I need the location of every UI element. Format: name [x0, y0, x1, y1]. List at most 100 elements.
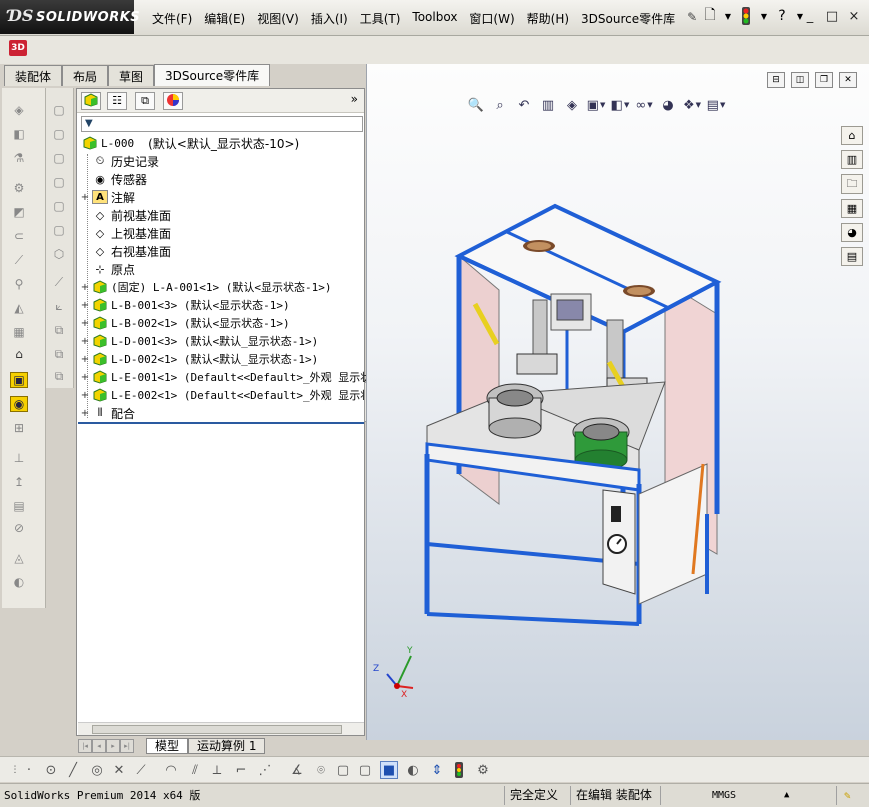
hide-show-items-icon[interactable]: ∞ ▼ — [635, 96, 653, 114]
apply-scene-icon[interactable]: ❖ ▼ — [683, 96, 701, 114]
tree-item-component[interactable]: + L-B-001<3> (默认<显示状态-1>) — [80, 296, 290, 314]
new-dropdown-icon[interactable]: ▼ — [724, 6, 732, 26]
machine-3d-model[interactable] — [407, 194, 747, 644]
maximize-button[interactable]: □ — [822, 8, 842, 26]
file-explorer-icon[interactable]: 🗀 — [841, 174, 863, 194]
measure-icon[interactable]: ▤ — [10, 498, 28, 514]
restore-viewport-icon[interactable]: ❐ — [815, 72, 833, 88]
tree-filter-input[interactable]: ▼ — [81, 116, 363, 132]
graphics-area[interactable]: ⊟ ◫ ❐ ✕ 🔍 ⌕ ↶ ▥ ◈ ▣ ▼ ◧ ▼ ∞ ▼ ◕ ❖ ▼ ▤ ▼ ⌂ ▥ 🗀… — [366, 64, 869, 740]
show-hidden-icon[interactable]: ⊂ — [10, 228, 28, 244]
cube-icon[interactable]: ⬡ — [50, 246, 68, 262]
rebuild-traffic-light-icon[interactable] — [450, 761, 468, 779]
new-document-icon[interactable]: 🗋 — [700, 6, 720, 26]
minimize-button[interactable]: _ — [800, 8, 820, 26]
reference-geometry-icon[interactable]: ⚲ — [10, 276, 28, 292]
tree-item-front-plane[interactable]: ◇ 前视基准面 — [80, 206, 171, 224]
expand-icon[interactable]: + — [80, 318, 90, 329]
menu-3dsource[interactable]: 3DSource零件库 — [575, 10, 681, 27]
cube-icon[interactable]: ▢ — [50, 222, 68, 238]
menu-help[interactable]: 帮助(H) — [521, 10, 575, 27]
3dsource-app-icon[interactable]: 3D — [9, 40, 27, 56]
circle-icon[interactable]: ⊙ — [42, 761, 60, 779]
rebuild-status-icon[interactable]: ✎ — [844, 787, 851, 804]
appearances-icon[interactable]: ◕ — [841, 223, 863, 242]
mirror-icon[interactable]: ⟋ — [132, 761, 150, 779]
rebuild-traffic-light-icon[interactable] — [736, 6, 756, 26]
tree-item-annotations[interactable]: + A 注解 — [80, 188, 135, 206]
zoom-area-icon[interactable]: ⌕ — [491, 96, 509, 114]
custom-properties-icon[interactable]: ▤ — [841, 247, 863, 266]
zoom-to-fit-icon[interactable]: 🔍 — [467, 96, 485, 114]
tree-item-component[interactable]: + L-D-002<1> (默认<默认_显示状态-1>) — [80, 350, 318, 368]
first-tab-icon[interactable]: |◂ — [78, 739, 92, 753]
sketch-icon[interactable]: ⟋ — [50, 274, 68, 290]
tab-layout[interactable]: 布局 — [62, 65, 109, 86]
point-icon[interactable]: · — [20, 761, 38, 779]
display-manager-icon[interactable] — [163, 92, 183, 110]
section-view-icon[interactable]: ▥ — [539, 96, 557, 114]
mate-icon[interactable]: ◧ — [10, 126, 28, 142]
solidworks-logo[interactable]: ƊS SOLIDWORKS — [0, 0, 140, 34]
solidworks-resources-icon[interactable]: ⌂ — [841, 126, 863, 145]
configuration-manager-icon[interactable]: ⧉ — [135, 92, 155, 110]
rapid-sketch-icon[interactable]: ◉ — [10, 396, 28, 412]
arc-icon[interactable]: ◠ — [162, 761, 180, 779]
tree-horizontal-scrollbar[interactable] — [78, 722, 364, 735]
expand-icon[interactable]: + — [80, 354, 90, 365]
sketch-plane-icon[interactable]: ⌾ — [312, 761, 330, 779]
cube-icon[interactable]: ▢ — [50, 102, 68, 118]
units-dropdown-icon[interactable]: ▲ — [784, 787, 789, 804]
tab-3dsource[interactable]: 3DSource零件库 — [154, 64, 271, 86]
menu-window[interactable]: 窗口(W) — [463, 10, 520, 27]
help-icon[interactable]: ? — [772, 6, 792, 26]
expand-icon[interactable]: + — [80, 192, 90, 203]
clearance-icon[interactable]: ⊥ — [10, 450, 28, 466]
component-icon[interactable]: ⧉ — [50, 346, 68, 362]
next-tab-icon[interactable]: ▸ — [106, 739, 120, 753]
trim-icon[interactable]: ✕ — [110, 761, 128, 779]
exploded-view-icon[interactable]: ⌂ — [10, 346, 28, 362]
expand-icon[interactable]: + — [80, 390, 90, 401]
view-palette-icon[interactable]: ▦ — [841, 199, 863, 218]
instant3d-icon[interactable]: ▣ — [10, 372, 28, 388]
tree-item-top-plane[interactable]: ◇ 上视基准面 — [80, 224, 171, 242]
menu-view[interactable]: 视图(V) — [251, 10, 305, 27]
bill-of-materials-icon[interactable]: ▦ — [10, 324, 28, 340]
offset-icon[interactable]: ⫽ — [186, 761, 204, 779]
last-tab-icon[interactable]: ▸| — [120, 739, 134, 753]
menu-edit[interactable]: 编辑(E) — [198, 10, 251, 27]
split-horizontal-icon[interactable]: ⊟ — [767, 72, 785, 88]
new-motion-study-icon[interactable]: ◭ — [10, 300, 28, 316]
tab-motion-study[interactable]: 运动算例 1 — [188, 738, 266, 754]
move-component-icon[interactable]: ◩ — [10, 204, 28, 220]
section-view-icon[interactable]: ◬ — [10, 550, 28, 566]
scrollbar-thumb[interactable] — [92, 725, 342, 734]
split-vertical-icon[interactable]: ◫ — [791, 72, 809, 88]
mass-properties-icon[interactable]: ⊘ — [10, 520, 28, 536]
more-tabs-icon[interactable]: » — [351, 92, 358, 106]
assembly-features-icon[interactable]: ⟋ — [10, 252, 28, 268]
linear-pattern-icon[interactable]: ⚗ — [10, 150, 28, 166]
rebuild-dropdown-icon[interactable]: ▼ — [760, 6, 768, 26]
cube-icon[interactable]: ▢ — [50, 126, 68, 142]
polygon-icon[interactable]: ◎ — [88, 761, 106, 779]
tree-item-component[interactable]: + L-B-002<1> (默认<显示状态-1>) — [80, 314, 290, 332]
expand-icon[interactable]: + — [80, 282, 90, 293]
tree-item-component[interactable]: + L-E-002<1> (Default<<Default>_外观 显示状 — [80, 386, 371, 404]
expand-icon[interactable]: + — [80, 372, 90, 383]
close-button[interactable]: × — [844, 8, 864, 26]
cube-icon[interactable]: ▢ — [50, 174, 68, 190]
iso-view-icon[interactable]: ▢ — [334, 761, 352, 779]
menu-file[interactable]: 文件(F) — [146, 10, 198, 27]
tab-assembly[interactable]: 装配体 — [4, 65, 63, 86]
close-viewport-icon[interactable]: ✕ — [839, 72, 857, 88]
dimetric-view-icon[interactable]: ▢ — [356, 761, 374, 779]
menu-toolbox[interactable]: Toolbox — [406, 10, 463, 27]
move-icon[interactable]: ⇕ — [428, 761, 446, 779]
component-icon[interactable]: ⧉ — [50, 368, 68, 384]
menu-insert[interactable]: 插入(I) — [305, 10, 354, 27]
cube-icon[interactable]: ▢ — [50, 150, 68, 166]
rectangle-icon[interactable]: ⌐ — [232, 761, 250, 779]
tree-root-node[interactable]: L-000 (默认<默认_显示状态-10>) — [80, 134, 299, 152]
